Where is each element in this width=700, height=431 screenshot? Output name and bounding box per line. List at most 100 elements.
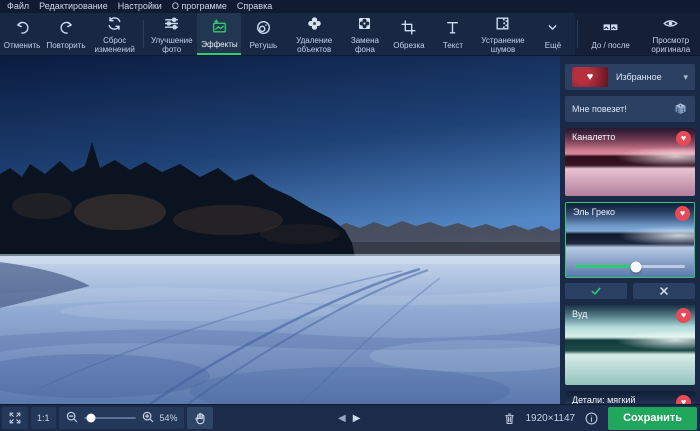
cancel-effect-button[interactable] xyxy=(633,283,695,299)
effect-category-dropdown[interactable]: ♥ Избранное ▾ xyxy=(565,64,695,90)
tool-enhance-photo[interactable]: Улучшение фото xyxy=(146,13,197,55)
photo-navigation: ◀ ▶ xyxy=(338,405,360,431)
view-original-button[interactable]: Просмотр оригинала xyxy=(642,13,700,55)
actual-size-label: 1:1 xyxy=(37,413,50,423)
effect-card-wood[interactable]: Вуд ♥ xyxy=(565,305,695,385)
toolbar-divider xyxy=(577,20,578,48)
status-bar: 1:1 54% ◀ ▶ 1920×1147 Сохранить xyxy=(0,404,700,431)
status-bar-right: 1920×1147 Сохранить xyxy=(502,407,699,430)
tool-label: Просмотр оригинала xyxy=(648,36,694,54)
tool-label: Удаление объектов xyxy=(291,36,336,54)
tool-label: Обрезка xyxy=(393,41,424,50)
tool-label: Замена фона xyxy=(349,36,381,54)
slider-fill xyxy=(575,265,636,268)
menu-settings[interactable]: Настройки xyxy=(115,0,169,13)
feeling-lucky-button[interactable]: Мне повезет! xyxy=(565,96,695,122)
dice-icon xyxy=(673,101,688,118)
tool-text[interactable]: Текст xyxy=(431,13,475,55)
redo-button[interactable]: Повторить xyxy=(44,13,88,55)
hand-icon xyxy=(193,411,207,425)
favorite-heart-button[interactable]: ♥ xyxy=(675,206,690,221)
undo-icon xyxy=(14,19,31,38)
next-photo-button[interactable]: ▶ xyxy=(353,413,361,424)
hand-tool-button[interactable] xyxy=(187,407,213,429)
tool-label: Устранение шумов xyxy=(481,36,525,54)
fit-to-screen-button[interactable] xyxy=(2,407,28,429)
previous-photo-button[interactable]: ◀ xyxy=(338,413,346,424)
background-replace-icon xyxy=(356,15,373,34)
reset-changes-button[interactable]: Сброс изменений xyxy=(88,13,141,55)
tool-retouch[interactable]: Ретушь xyxy=(241,13,285,55)
menu-bar: Файл Редактирование Настройки О программ… xyxy=(0,0,700,13)
menu-about[interactable]: О программе xyxy=(169,0,234,13)
undo-label: Отменить xyxy=(4,41,41,50)
tool-label: Ретушь xyxy=(250,41,278,50)
close-icon xyxy=(658,285,670,297)
tool-label: Текст xyxy=(443,41,463,50)
zoom-slider-knob[interactable] xyxy=(87,414,96,423)
tool-label: Эффекты xyxy=(201,40,237,49)
lucky-label: Мне повезет! xyxy=(572,104,673,114)
tool-label: До / после xyxy=(591,41,630,50)
winter-landscape-photo xyxy=(0,56,560,404)
favorites-category-thumb: ♥ xyxy=(572,67,608,87)
menu-help[interactable]: Справка xyxy=(234,0,279,13)
effect-card-elgreco-selected[interactable]: Эль Греко ♥ xyxy=(565,202,695,278)
favorite-heart-button[interactable]: ♥ xyxy=(676,395,691,404)
eye-icon xyxy=(662,15,679,34)
reset-label: Сброс изменений xyxy=(94,36,135,54)
undo-button[interactable]: Отменить xyxy=(0,13,44,55)
expand-icon xyxy=(8,411,22,425)
object-removal-icon xyxy=(306,15,323,34)
tool-crop[interactable]: Обрезка xyxy=(387,13,431,55)
effect-card-details-soft[interactable]: Детали: мягкий ♥ xyxy=(565,391,695,404)
info-icon xyxy=(584,411,599,426)
favorite-heart-button[interactable]: ♥ xyxy=(676,131,691,146)
effect-card-canaletto[interactable]: Каналетто ♥ xyxy=(565,128,695,196)
save-button[interactable]: Сохранить xyxy=(608,407,697,430)
toolbar-view-group: До / после Просмотр оригинала xyxy=(575,13,700,55)
chevron-down-icon: ▾ xyxy=(683,72,688,83)
zoom-controls: 54% xyxy=(59,407,184,429)
tool-more[interactable]: Ещё xyxy=(531,13,575,55)
toolbar-divider xyxy=(143,20,144,48)
crop-icon xyxy=(400,19,417,38)
info-button[interactable] xyxy=(584,411,599,426)
effect-intensity-slider[interactable] xyxy=(575,265,685,268)
effect-confirm-row xyxy=(565,283,695,299)
category-label: Избранное xyxy=(616,72,683,82)
tool-background-replace[interactable]: Замена фона xyxy=(343,13,387,55)
retouch-icon xyxy=(255,19,272,38)
text-icon xyxy=(444,19,461,38)
heart-icon: ♥ xyxy=(587,72,594,83)
menu-edit[interactable]: Редактирование xyxy=(36,0,115,13)
effects-sidebar: ♥ Избранное ▾ Мне повезет! Каналетто ♥ Э… xyxy=(560,56,700,404)
zoom-out-button[interactable] xyxy=(65,410,79,426)
tool-effects[interactable]: Эффекты xyxy=(197,13,241,55)
image-size-value: 1920×1147 xyxy=(526,413,576,424)
favorite-heart-button[interactable]: ♥ xyxy=(676,308,691,323)
tool-denoise[interactable]: Устранение шумов xyxy=(475,13,531,55)
chevron-down-icon xyxy=(544,19,561,38)
reset-icon xyxy=(106,15,123,34)
actual-size-button[interactable]: 1:1 xyxy=(31,407,56,429)
tool-label: Улучшение фото xyxy=(151,36,193,54)
zoom-level-value: 54% xyxy=(160,413,178,423)
menu-file[interactable]: Файл xyxy=(4,0,36,13)
delete-photo-button[interactable] xyxy=(502,411,517,426)
sliders-icon xyxy=(163,15,180,34)
toolbar: Отменить Повторить Сброс изменений Улучш… xyxy=(0,13,700,56)
redo-icon xyxy=(58,19,75,38)
photo-canvas[interactable] xyxy=(0,56,560,404)
effects-icon xyxy=(211,18,228,37)
zoom-in-button[interactable] xyxy=(141,410,155,426)
before-after-icon xyxy=(602,19,619,38)
tool-object-removal[interactable]: Удаление объектов xyxy=(285,13,342,55)
apply-effect-button[interactable] xyxy=(565,283,627,299)
check-icon xyxy=(590,285,602,297)
slider-knob[interactable] xyxy=(630,261,641,272)
tool-label: Ещё xyxy=(545,41,561,50)
before-after-button[interactable]: До / после xyxy=(580,13,642,55)
zoom-slider[interactable] xyxy=(84,417,136,419)
denoise-icon xyxy=(494,15,511,34)
